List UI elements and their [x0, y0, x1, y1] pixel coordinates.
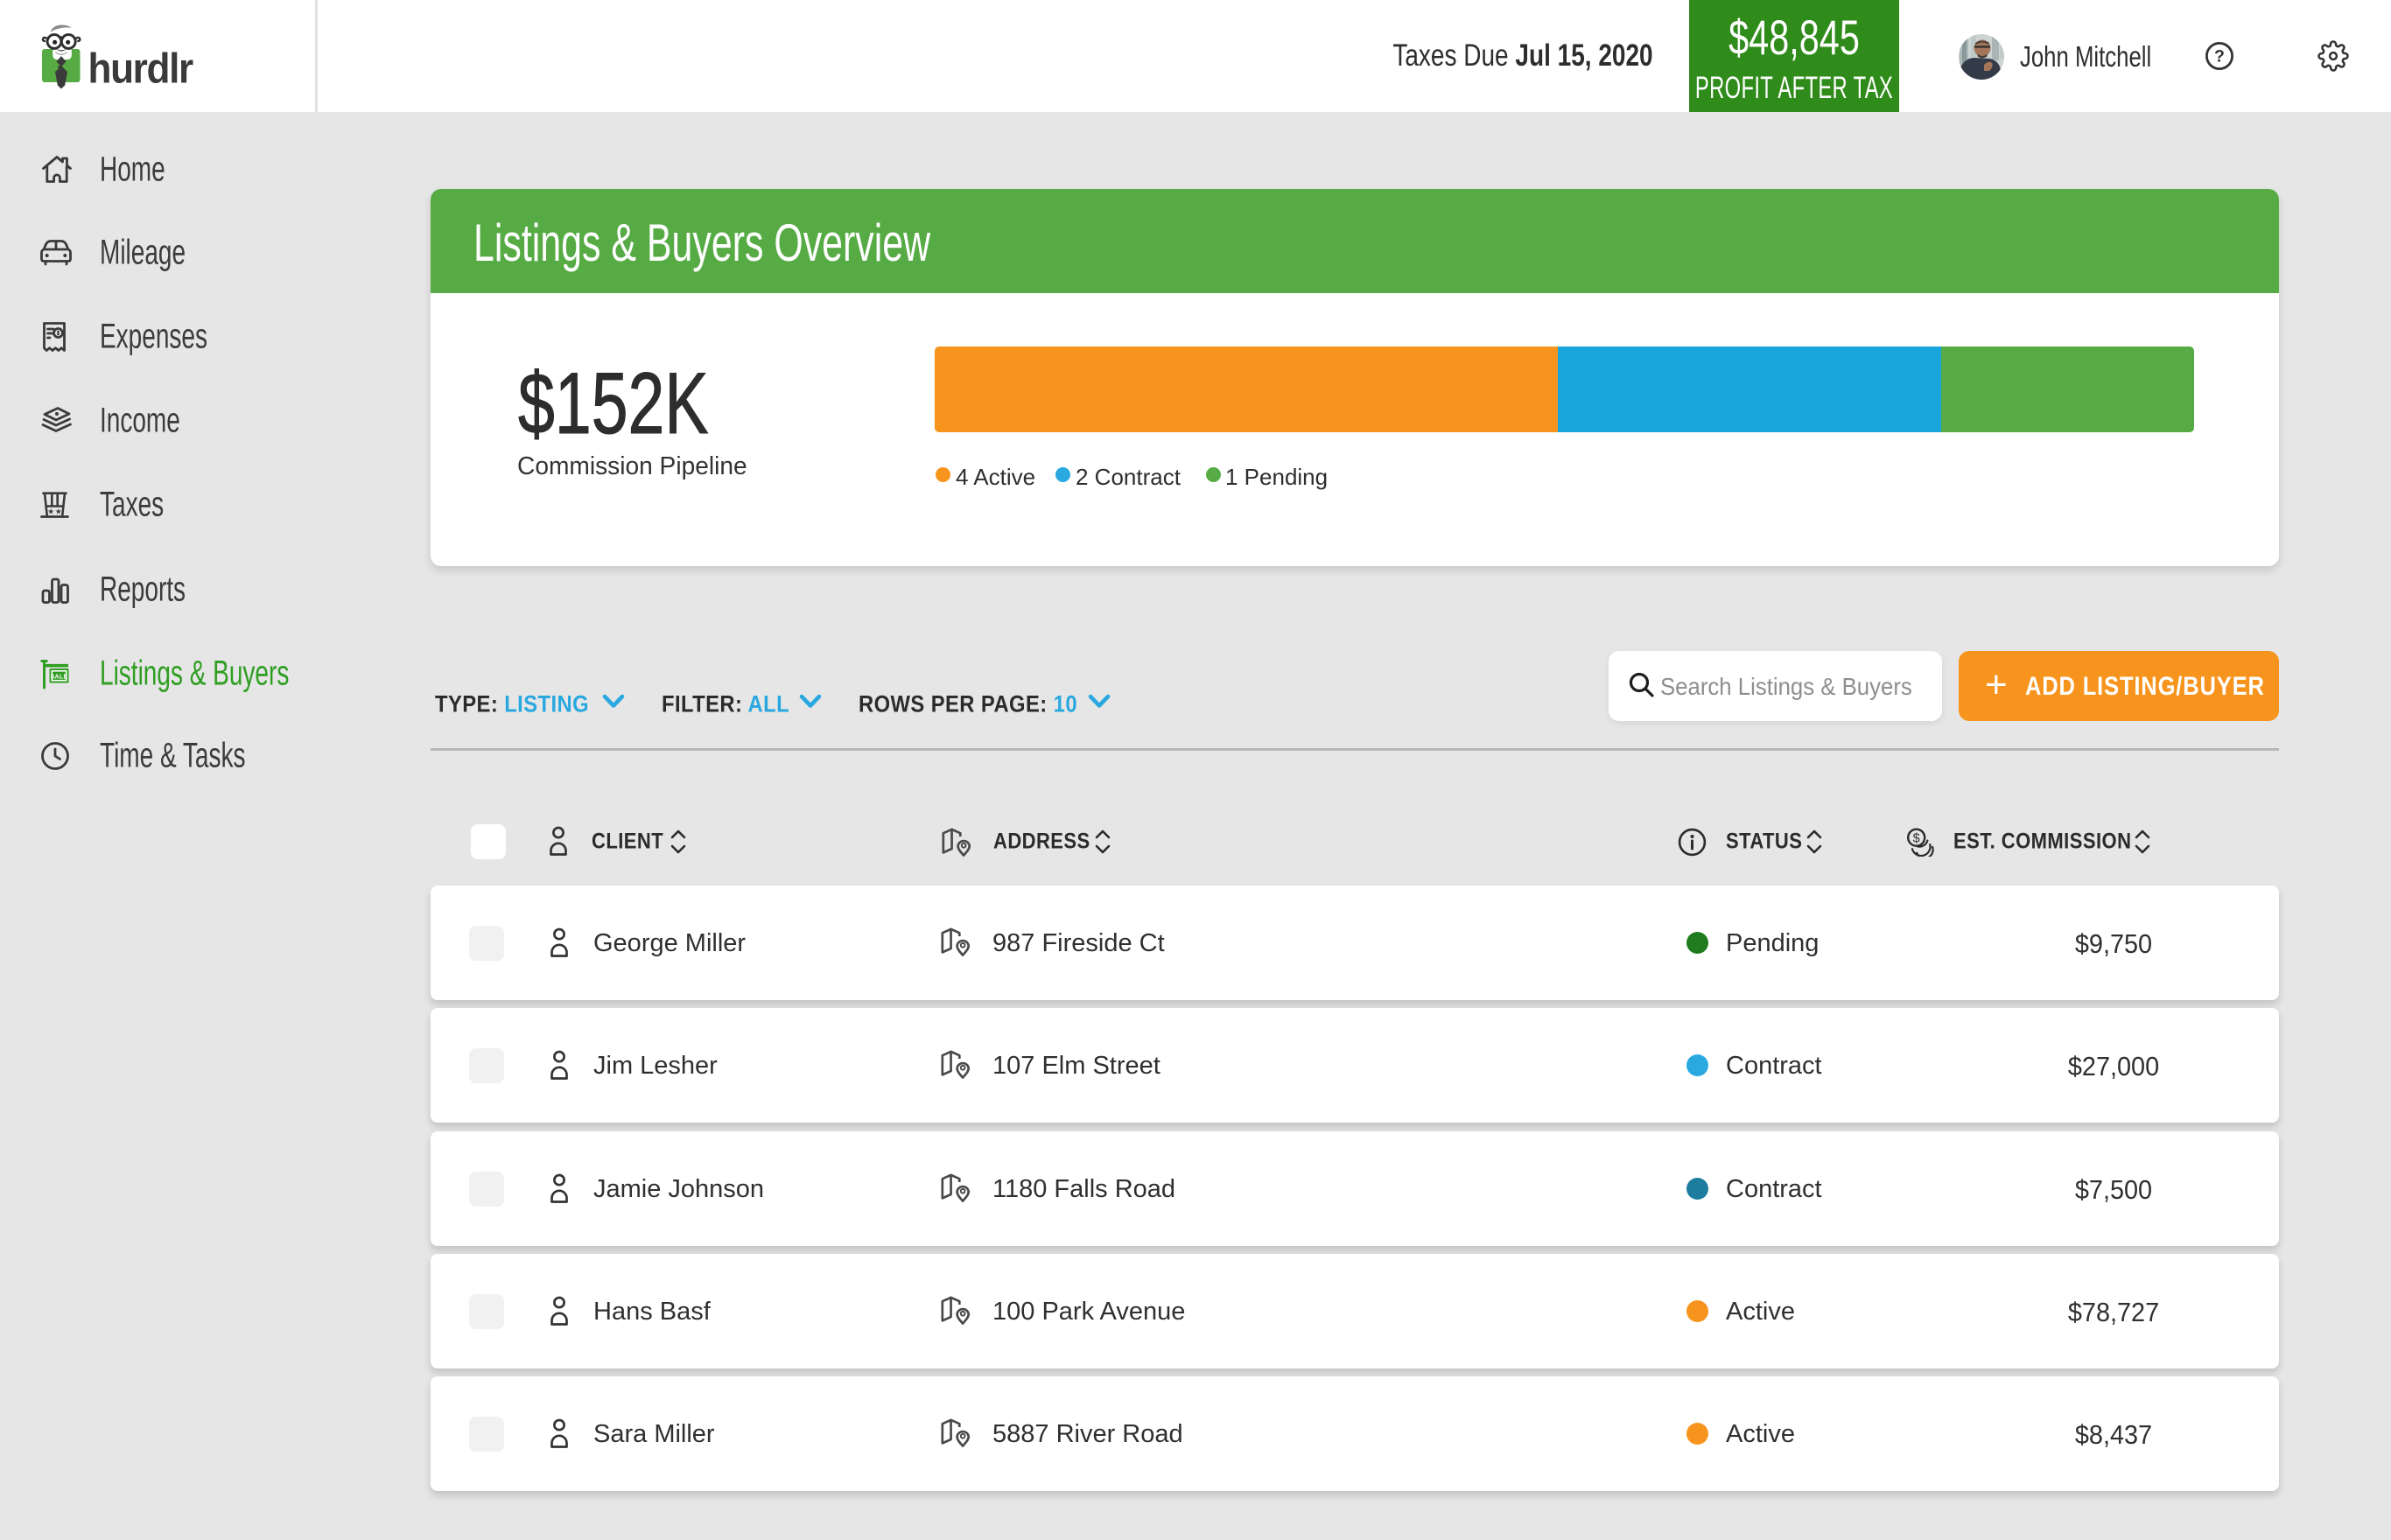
svg-text:hurdlr: hurdlr	[88, 45, 194, 92]
svg-text:SALE: SALE	[51, 675, 68, 681]
svg-text:★: ★	[47, 508, 54, 516]
svg-text:★: ★	[55, 508, 62, 516]
svg-text:?: ?	[2214, 47, 2225, 66]
svg-text:$: $	[1913, 831, 1920, 845]
